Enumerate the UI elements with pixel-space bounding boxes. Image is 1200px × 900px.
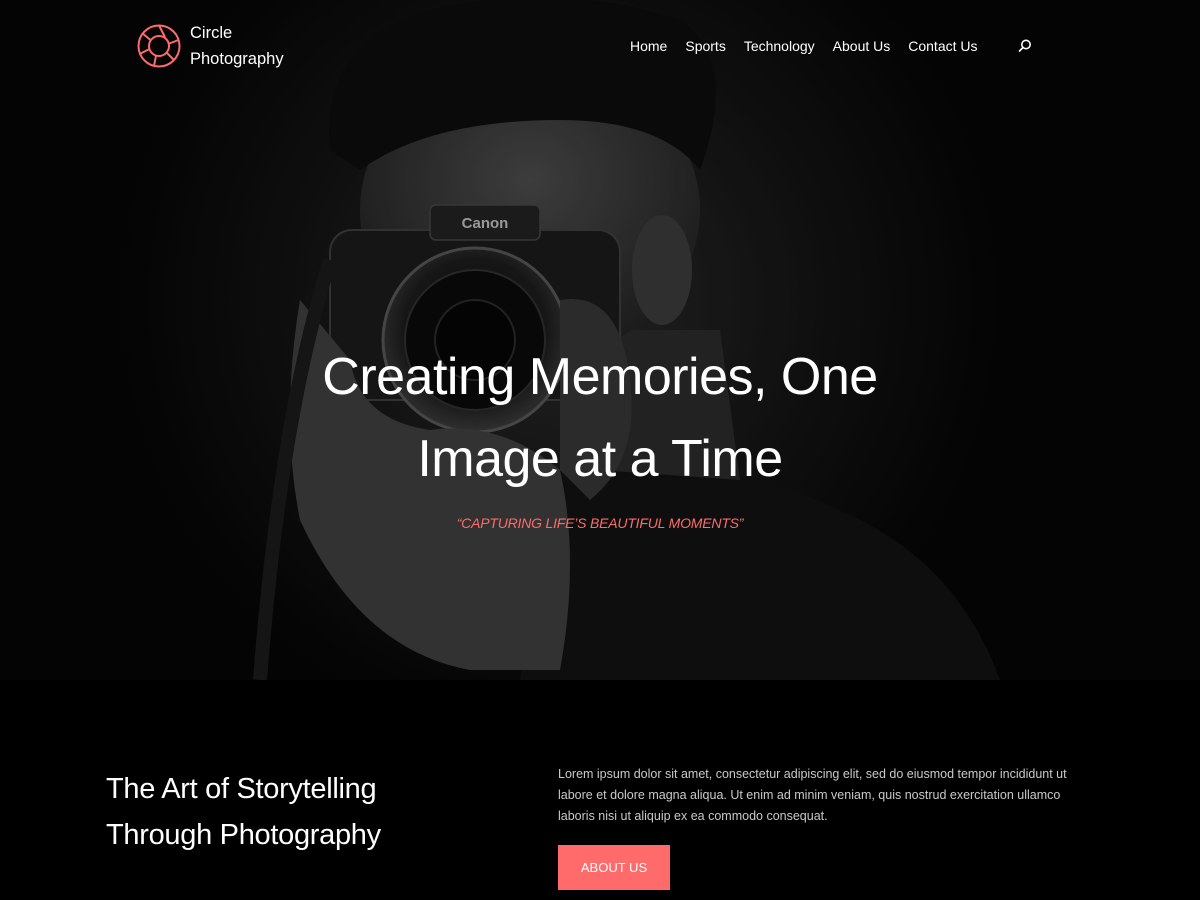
circle-aperture-icon xyxy=(137,24,181,68)
nav-item-technology[interactable]: Technology xyxy=(744,36,815,56)
nav-item-contact-us[interactable]: Contact Us xyxy=(908,36,977,56)
nav-item-sports[interactable]: Sports xyxy=(685,36,725,56)
about-us-button[interactable]: ABOUT US xyxy=(558,845,670,890)
main-nav: Home Sports Technology About Us Contact … xyxy=(630,36,996,56)
hero-title: Creating Memories, One Image at a Time xyxy=(322,348,878,488)
nav-item-home[interactable]: Home xyxy=(630,36,667,56)
search-icon[interactable] xyxy=(1016,37,1034,55)
about-heading: The Art of Storytelling Through Photogra… xyxy=(106,773,381,851)
site-header: Circle Photography Home Sports Technolog… xyxy=(0,0,1200,92)
site-title: Circle Photography xyxy=(190,24,284,68)
nav-item-about-us[interactable]: About Us xyxy=(833,36,891,56)
page: Canon Creating Memories, One Image at a … xyxy=(0,0,1200,900)
hero-section: Canon Creating Memories, One Image at a … xyxy=(0,0,1200,680)
hero-tagline: “CAPTURING LIFE’S BEAUTIFUL MOMENTS” xyxy=(456,515,744,531)
about-description: Lorem ipsum dolor sit amet, consectetur … xyxy=(558,767,1067,823)
about-section: The Art of Storytelling Through Photogra… xyxy=(0,680,1200,900)
site-logo[interactable]: Circle Photography xyxy=(136,20,300,72)
